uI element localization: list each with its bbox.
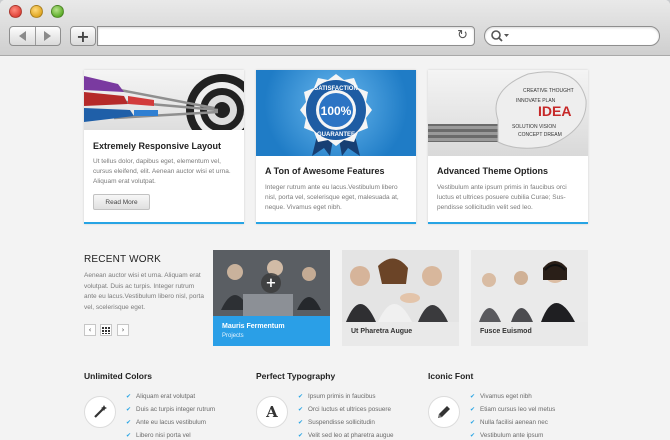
forward-arrow-icon [44, 31, 52, 41]
project-card-mauris[interactable]: + Mauris Fermentum Projects [213, 250, 330, 346]
new-tab-button[interactable]: + [70, 26, 96, 46]
list-item: ✔ Vestibulum ante ipsum [470, 432, 544, 439]
check-icon: ✔ [298, 406, 304, 413]
list-item: ✔ Velit sed leo at pharetra augue [298, 432, 394, 439]
list-item: ✔ Aliquam erat volutpat [126, 393, 196, 400]
list-item: ✔ Etiam cursus leo vel metus [470, 406, 556, 413]
project-image [471, 250, 588, 322]
recent-work-title: RECENT WORK [84, 254, 162, 265]
project-title: Ut Pharetra Augue [351, 328, 413, 335]
address-bar[interactable]: ↻ [97, 26, 475, 46]
idea-lightbulb-image: CREATIVE THOUGHT INNOVATE PLAN IDEA SOLU… [428, 70, 588, 156]
reload-icon[interactable]: ↻ [457, 28, 468, 43]
feature-list: ✔ Vivamus eget nibh ✔ Etiam cursus leo vel… [470, 390, 555, 440]
list-item: ✔ Ipsum primis in faucibus [298, 393, 376, 400]
feature-card-responsive: Extremely Responsive Layout Ut tellus do… [84, 70, 244, 224]
feature-card-options: CREATIVE THOUGHT INNOVATE PLAN IDEA SOLU… [428, 70, 588, 224]
magic-wand-icon [84, 396, 116, 428]
check-icon: ✔ [470, 432, 476, 439]
feature-card-features: SATISFACTION 100% GUARANTEE A Ton of Awe… [256, 70, 416, 224]
feature-title: Perfect Typography [256, 371, 336, 381]
check-icon: ✔ [298, 432, 304, 439]
check-icon: ✔ [470, 419, 476, 426]
history-nav-group [9, 26, 61, 46]
card-title: Extremely Responsive Layout [93, 141, 222, 151]
search-icon [491, 30, 509, 42]
badge-percent-text: 100% [321, 104, 352, 118]
plus-icon: + [76, 26, 90, 46]
feature-title: Iconic Font [428, 371, 474, 381]
browser-window: + ↻ Extremely Responsive Layout Ut tellu… [0, 0, 670, 440]
grid-view-button[interactable] [100, 324, 112, 336]
idea-word: IDEA [538, 103, 571, 119]
check-icon: ✔ [126, 432, 132, 439]
list-item: ✔ Orci luctus et ultrices posuere [298, 406, 391, 413]
darts-target-image [84, 70, 244, 130]
check-icon: ✔ [470, 406, 476, 413]
back-arrow-icon [18, 31, 26, 41]
project-category: Projects [222, 333, 244, 339]
search-field[interactable] [484, 26, 660, 46]
badge-bottom-text: GUARANTEE [317, 132, 355, 138]
next-button[interactable]: › [117, 324, 129, 336]
feature-list: ✔ Aliquam erat volutpat ✔ Duis ac turpis i… [126, 390, 215, 440]
back-button[interactable] [10, 27, 35, 45]
list-item: ✔ Vivamus eget nibh [470, 393, 532, 400]
card-text: Vestibulum ante ipsum primis in faucibus… [437, 184, 567, 211]
check-icon: ✔ [298, 393, 304, 400]
zoom-window-button[interactable] [51, 5, 64, 18]
close-window-button[interactable] [9, 5, 22, 18]
grid-icon [102, 326, 110, 334]
svg-text:SOLUTION VISION: SOLUTION VISION [512, 124, 556, 130]
list-item: ✔ Suspendisse sollicitudin [298, 419, 375, 426]
list-item: ✔ Ante eu lacus vestibulum [126, 419, 207, 426]
project-title: Fusce Euismod [480, 328, 532, 335]
minimize-window-button[interactable] [30, 5, 43, 18]
project-image [342, 250, 459, 322]
badge-top-text: SATISFACTION [314, 86, 358, 92]
recent-work-text: Aenean auctor wisi et urna. Aliquam erat… [84, 272, 204, 311]
card-text: Ut tellus dolor, dapibus eget, elementum… [93, 158, 231, 185]
card-title: A Ton of Awesome Features [265, 166, 385, 176]
check-icon: ✔ [126, 419, 132, 426]
card-text: Integer rutrum ante eu lacus.Vestibulum … [265, 184, 399, 211]
forward-button[interactable] [34, 27, 60, 45]
satisfaction-badge-image: SATISFACTION 100% GUARANTEE [256, 70, 416, 156]
svg-text:CONCEPT DREAM: CONCEPT DREAM [518, 132, 562, 138]
pencil-icon [428, 396, 460, 428]
list-item: ✔ Nulla facilisi aenean nec [470, 419, 548, 426]
page-content: Extremely Responsive Layout Ut tellus do… [0, 57, 670, 440]
browser-toolbar: + ↻ [0, 0, 670, 56]
check-icon: ✔ [298, 419, 304, 426]
check-icon: ✔ [126, 393, 132, 400]
feature-list: ✔ Ipsum primis in faucibus ✔ Orci luctus e… [298, 390, 393, 440]
list-item: ✔ Libero nisi porta vel [126, 432, 191, 439]
typography-icon: A [256, 396, 288, 428]
project-card-pharetra[interactable]: Ut Pharetra Augue [342, 250, 459, 346]
view-project-plus-icon[interactable]: + [261, 273, 281, 293]
project-image: + [213, 250, 330, 316]
read-more-button[interactable]: Read More [93, 194, 150, 210]
prev-button[interactable]: ‹ [84, 324, 96, 336]
card-title: Advanced Theme Options [437, 166, 549, 176]
feature-title: Unlimited Colors [84, 371, 153, 381]
project-title: Mauris Fermentum [222, 323, 285, 330]
list-item: ✔ Duis ac turpis integer rutrum [126, 406, 216, 413]
project-card-fusce[interactable]: Fusce Euismod [471, 250, 588, 346]
check-icon: ✔ [126, 406, 132, 413]
svg-text:CREATIVE THOUGHT: CREATIVE THOUGHT [523, 88, 574, 94]
check-icon: ✔ [470, 393, 476, 400]
